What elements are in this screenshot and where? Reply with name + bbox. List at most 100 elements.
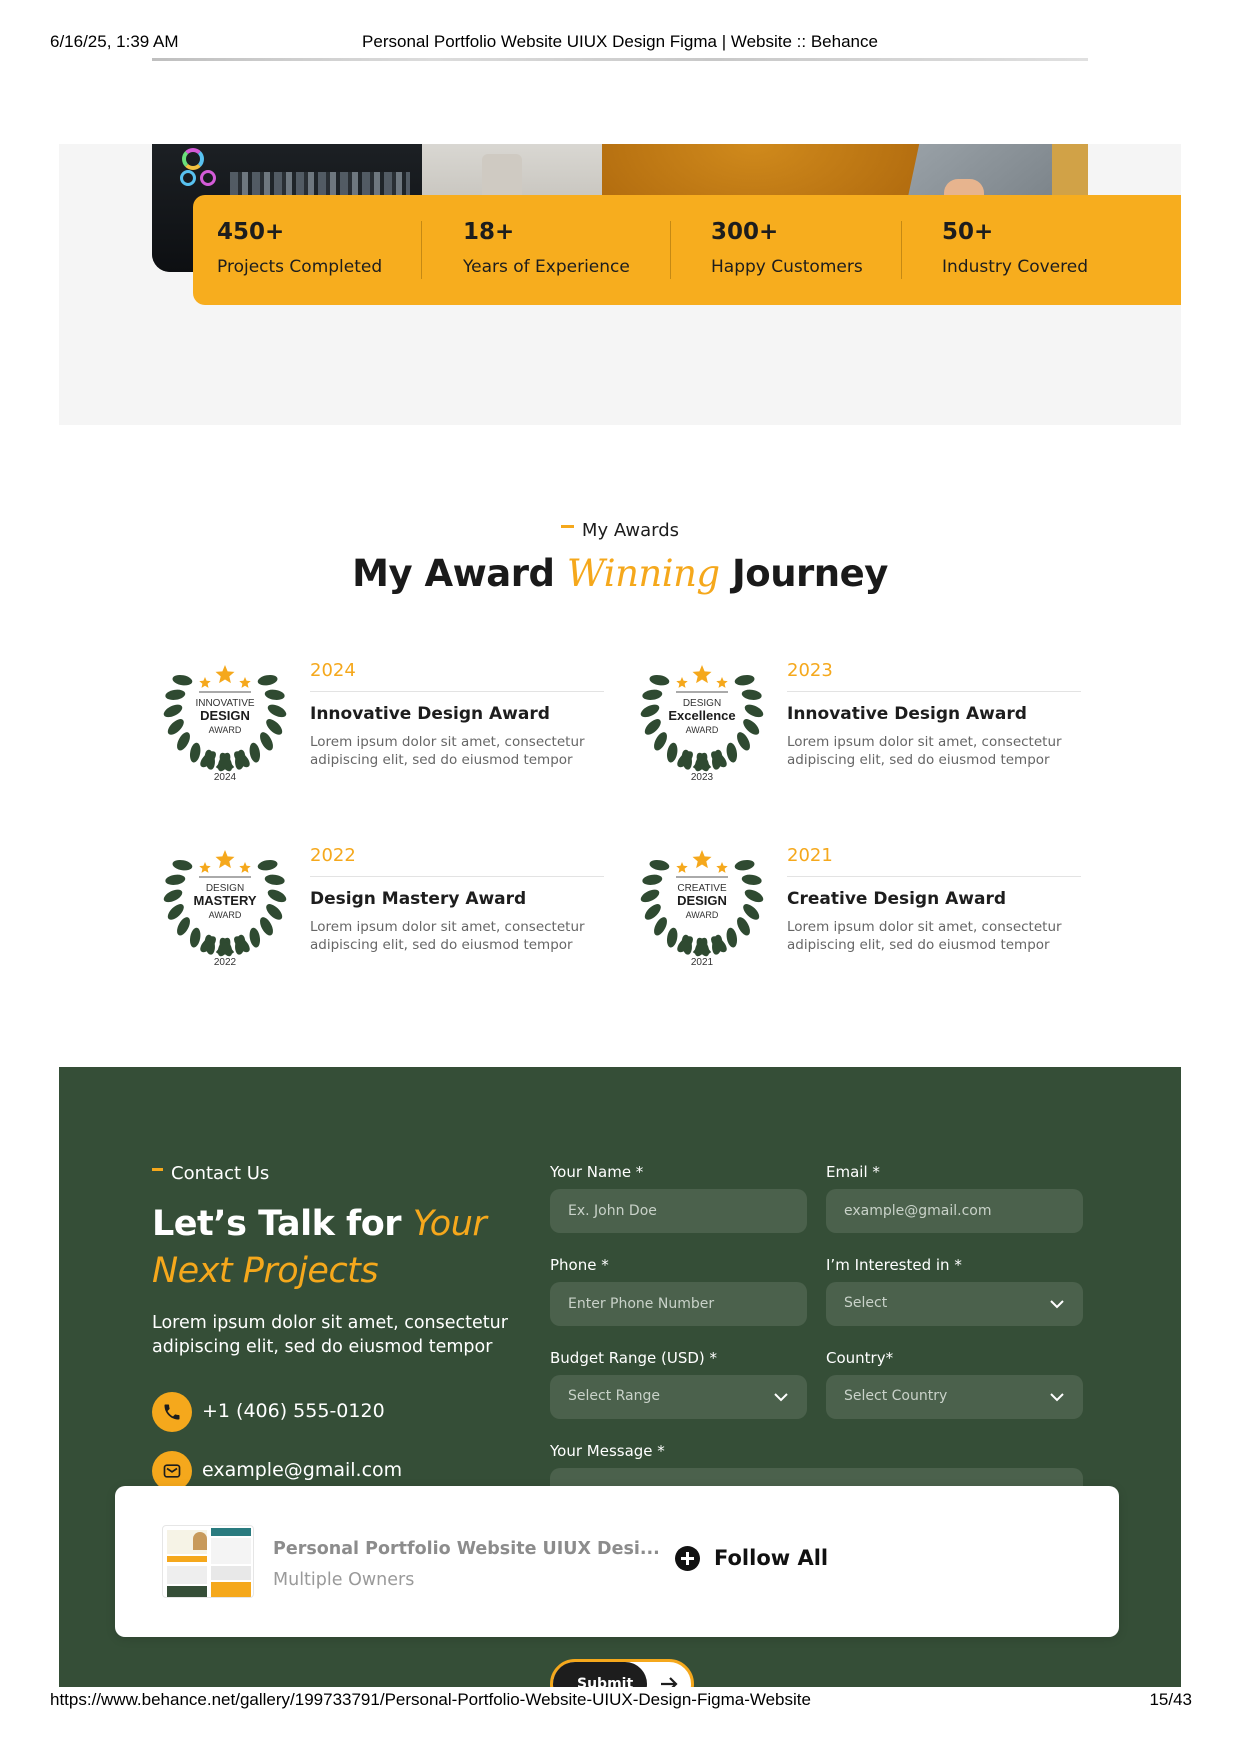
- print-title: Personal Portfolio Website UIUX Design F…: [362, 32, 878, 51]
- award-description: Lorem ipsum dolor sit amet, consectetur …: [310, 734, 585, 768]
- message-label: Your Message *: [550, 1442, 665, 1460]
- photo-app-icon: [180, 170, 196, 186]
- email-label: Email *: [826, 1163, 880, 1181]
- budget-select[interactable]: Select Range: [550, 1375, 807, 1419]
- phone-text: +1 (406) 555-0120: [202, 1400, 385, 1422]
- stat-item: 18+ Years of Experience: [439, 195, 667, 305]
- nav-divider: [152, 58, 1088, 61]
- awards-title-accent: Winning: [566, 552, 720, 595]
- badge-bottom-text: AWARD: [209, 910, 242, 920]
- stat-item: 300+ Happy Customers: [687, 195, 915, 305]
- award-name: Innovative Design Award: [787, 704, 1027, 724]
- phone-icon: [152, 1392, 192, 1432]
- award-card: CREATIVE DESIGN AWARD 2021 2021 Creative Desi…: [632, 825, 1087, 995]
- stat-item: 450+ Projects Completed: [193, 195, 421, 305]
- awards-title: My Award Winning Journey: [0, 552, 1240, 595]
- interest-label: I’m Interested in *: [826, 1256, 962, 1274]
- badge-main-text: Excellence: [668, 708, 735, 723]
- email-input[interactable]: [826, 1189, 1083, 1233]
- stat-label: Industry Covered: [942, 257, 1088, 277]
- name-label: Your Name *: [550, 1163, 644, 1181]
- award-divider: [787, 876, 1081, 877]
- awards-title-pre: My Award: [352, 552, 555, 595]
- chevron-down-icon: [1050, 1300, 1064, 1309]
- badge-main-text: DESIGN: [677, 893, 727, 908]
- project-owners-card: Personal Portfolio Website UIUX Desi... …: [115, 1486, 1119, 1637]
- photo-app-icon: [182, 148, 204, 170]
- photo-app-icon: [200, 170, 216, 186]
- award-name: Design Mastery Award: [310, 889, 527, 909]
- award-card: DESIGN MASTERY AWARD 2022 2022 Design Mastery…: [155, 825, 610, 995]
- award-description: Lorem ipsum dolor sit amet, consectetur …: [787, 919, 1062, 953]
- stat-value: 450+: [217, 219, 285, 245]
- stat-label: Years of Experience: [463, 257, 630, 277]
- name-input[interactable]: [550, 1189, 807, 1233]
- thumb-block: [211, 1528, 251, 1536]
- badge-year-text: 2021: [691, 957, 714, 968]
- headline-text: Let’s Talk for: [152, 1204, 402, 1244]
- phone-field[interactable]: [550, 1282, 807, 1326]
- contact-lead: Lorem ipsum dolor sit amet, consectetur …: [152, 1313, 508, 1357]
- project-owners[interactable]: Multiple Owners: [273, 1570, 414, 1590]
- thumb-block: [167, 1556, 207, 1562]
- eyebrow-dash: [560, 524, 574, 528]
- badge-year-text: 2022: [214, 957, 237, 968]
- award-description: Lorem ipsum dolor sit amet, consectetur …: [787, 734, 1062, 768]
- thumb-block: [193, 1532, 207, 1550]
- badge-year-text: 2023: [691, 772, 714, 783]
- name-field[interactable]: [550, 1189, 807, 1233]
- badge-bottom-text: AWARD: [686, 725, 719, 735]
- submit-arrow-icon: [650, 1665, 688, 1687]
- interest-value: Select: [844, 1295, 888, 1311]
- project-thumbnail[interactable]: [162, 1525, 254, 1598]
- country-select[interactable]: Select Country: [826, 1375, 1083, 1419]
- phone-label: Phone *: [550, 1256, 609, 1274]
- badge-bottom-text: AWARD: [209, 725, 242, 735]
- submit-label: Submit: [577, 1676, 634, 1687]
- badge-main-text: MASTERY: [193, 893, 256, 908]
- stat-divider: [421, 221, 422, 279]
- award-badge-icon: CREATIVE DESIGN AWARD 2021: [632, 825, 772, 975]
- contact-headline: Let’s Talk for Your Next Projects: [152, 1201, 487, 1295]
- stat-divider: [901, 221, 902, 279]
- thumb-block: [211, 1582, 251, 1597]
- email-field[interactable]: [826, 1189, 1083, 1233]
- badge-bottom-text: AWARD: [686, 910, 719, 920]
- submit-button[interactable]: Submit: [550, 1659, 694, 1687]
- plus-circle-icon: [675, 1546, 700, 1571]
- thumb-block: [211, 1538, 251, 1564]
- thumb-block: [167, 1566, 207, 1584]
- country-value: Select Country: [844, 1388, 948, 1404]
- interest-select[interactable]: Select: [826, 1282, 1083, 1326]
- award-description: Lorem ipsum dolor sit amet, consectetur …: [310, 919, 585, 953]
- follow-all-label: Follow All: [714, 1546, 829, 1570]
- award-year: 2023: [787, 660, 833, 681]
- awards-eyebrow: My Awards: [0, 520, 1240, 541]
- chevron-down-icon: [774, 1393, 788, 1402]
- headline-accent-line2: Next Projects: [152, 1251, 379, 1291]
- thumb-block: [211, 1566, 251, 1580]
- award-name: Innovative Design Award: [310, 704, 550, 724]
- email-text: example@gmail.com: [202, 1459, 403, 1481]
- stat-item: 50+ Industry Covered: [918, 195, 1178, 305]
- award-divider: [310, 691, 604, 692]
- project-title[interactable]: Personal Portfolio Website UIUX Desi...: [273, 1539, 660, 1559]
- stat-value: 50+: [942, 219, 994, 245]
- contact-eyebrow-text: Contact Us: [171, 1163, 270, 1184]
- contact-eyebrow: Contact Us: [152, 1163, 269, 1184]
- award-divider: [310, 876, 604, 877]
- awards-title-post: Journey: [732, 552, 888, 595]
- chevron-down-icon: [1050, 1393, 1064, 1402]
- stat-label: Projects Completed: [217, 257, 383, 277]
- phone-input[interactable]: [550, 1282, 807, 1326]
- stat-value: 300+: [711, 219, 779, 245]
- thumb-block: [167, 1586, 207, 1597]
- nav-area: [59, 57, 1181, 144]
- badge-main-text: DESIGN: [200, 708, 250, 723]
- country-label: Country*: [826, 1349, 894, 1367]
- budget-value: Select Range: [568, 1388, 661, 1404]
- hero-section: 450+ Projects Completed 18+ Years of Exp…: [59, 57, 1181, 425]
- eyebrow-dash: [152, 1167, 163, 1171]
- print-header: 6/16/25, 1:39 AM Personal Portfolio Webs…: [0, 0, 1240, 56]
- print-footer: https://www.behance.net/gallery/19973379…: [0, 1690, 1240, 1730]
